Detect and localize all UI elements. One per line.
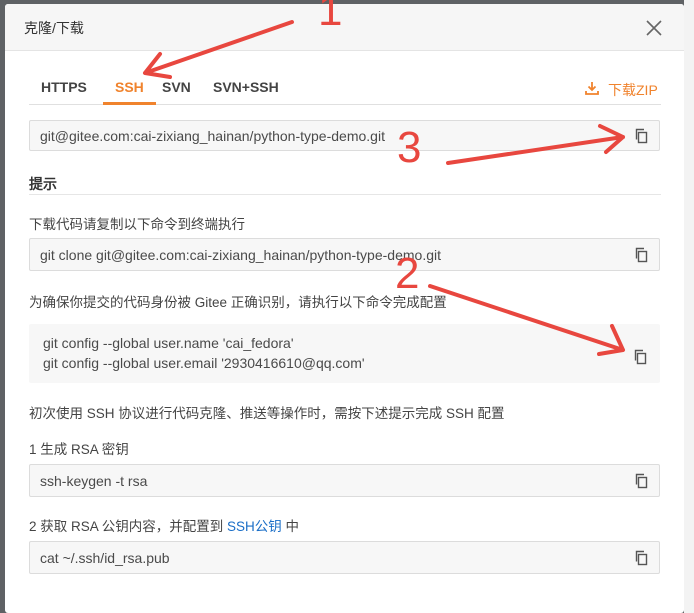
download-hint: 下载代码请复制以下命令到终端执行 bbox=[29, 217, 245, 232]
git-config-box[interactable]: git config --global user.name 'cai_fedor… bbox=[29, 324, 660, 383]
copy-url-button[interactable] bbox=[634, 128, 650, 144]
copy-icon bbox=[635, 247, 648, 263]
pubkey-command-value: cat ~/.ssh/id_rsa.pub bbox=[40, 550, 170, 566]
download-icon bbox=[585, 82, 599, 95]
identity-hint: 为确保你提交的代码身份被 Gitee 正确识别，请执行以下命令完成配置 bbox=[29, 295, 447, 310]
pubkey-command-field[interactable]: cat ~/.ssh/id_rsa.pub bbox=[29, 541, 660, 574]
keygen-command-field[interactable]: ssh-keygen -t rsa bbox=[29, 464, 660, 497]
clone-download-dialog: 克隆/下载 HTTPS SSH SVN SVN+SSH 下载ZIP git@gi… bbox=[5, 4, 684, 613]
clone-command-field[interactable]: git clone git@gitee.com:cai-zixiang_hain… bbox=[29, 238, 660, 271]
tab-svn[interactable]: SVN bbox=[162, 79, 191, 103]
keygen-command-value: ssh-keygen -t rsa bbox=[40, 473, 148, 489]
protocol-tabs: HTTPS SSH SVN SVN+SSH bbox=[29, 74, 661, 105]
tips-title: 提示 bbox=[29, 176, 57, 192]
copy-keygen-button[interactable] bbox=[634, 473, 650, 489]
close-button[interactable] bbox=[643, 17, 665, 39]
copy-pubkey-button[interactable] bbox=[634, 550, 650, 566]
copy-icon bbox=[635, 550, 648, 566]
download-zip-label: 下载ZIP bbox=[608, 82, 658, 98]
clone-command-value: git clone git@gitee.com:cai-zixiang_hain… bbox=[40, 247, 441, 263]
copy-clone-button[interactable] bbox=[634, 247, 650, 263]
config-line-email: git config --global user.email '29304166… bbox=[43, 355, 365, 371]
copy-icon bbox=[635, 128, 648, 144]
copy-config-button[interactable] bbox=[633, 349, 649, 365]
tab-svn-ssh[interactable]: SVN+SSH bbox=[213, 79, 279, 103]
step1-label: 1 生成 RSA 密钥 bbox=[29, 442, 129, 457]
copy-icon bbox=[635, 473, 648, 489]
dialog-header: 克隆/下载 bbox=[5, 4, 684, 51]
dialog-title: 克隆/下载 bbox=[24, 20, 84, 36]
repo-url-value: git@gitee.com:cai-zixiang_hainan/python-… bbox=[40, 128, 385, 144]
step2-label: 2 获取 RSA 公钥内容，并配置到 SSH公钥 中 bbox=[29, 515, 299, 535]
background-page-edge bbox=[684, 0, 694, 613]
repo-url-field[interactable]: git@gitee.com:cai-zixiang_hainan/python-… bbox=[29, 120, 660, 151]
step2-suffix: 中 bbox=[281, 519, 300, 534]
tab-https[interactable]: HTTPS bbox=[41, 79, 87, 103]
step2-prefix: 2 获取 RSA 公钥内容，并配置到 bbox=[29, 519, 228, 534]
close-icon bbox=[646, 20, 662, 36]
tips-divider bbox=[29, 194, 661, 195]
copy-icon bbox=[634, 349, 647, 365]
ssh-first-hint: 初次使用 SSH 协议进行代码克隆、推送等操作时，需按下述提示完成 SSH 配置 bbox=[29, 406, 505, 421]
ssh-key-link[interactable]: SSH公钥 bbox=[227, 519, 282, 534]
config-line-name: git config --global user.name 'cai_fedor… bbox=[43, 335, 294, 351]
tab-ssh[interactable]: SSH bbox=[103, 79, 156, 105]
